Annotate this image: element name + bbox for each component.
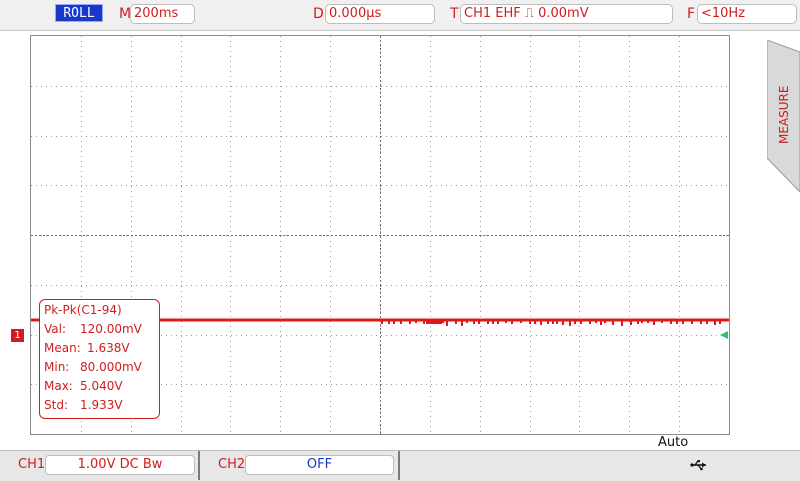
waveform-noise-tick [604,321,606,323]
waveform-noise-tick [455,321,457,324]
waveform-noise-tick [478,321,480,324]
measurement-row: Mean: 1.638V [44,339,130,357]
waveform-noise-tick [637,321,639,324]
ch2-settings-field[interactable]: OFF [245,455,394,475]
waveform-noise-tick [540,321,542,325]
trigger-level-arrow-icon[interactable] [720,331,728,339]
waveform-noise-tick [562,321,564,325]
waveform-noise-tick [466,321,468,323]
waveform-noise-tick [388,321,390,324]
waveform-noise-tick [461,321,463,326]
measurement-label: Std: [44,398,68,412]
acquisition-mode-badge[interactable]: ROLL [55,4,103,22]
waveform-noise-tick [423,321,425,324]
waveform-noise-tick [529,321,531,324]
usb-icon [690,460,706,471]
waveform-noise-tick [381,321,383,324]
measurement-label: Mean: [44,341,81,355]
trigger-field[interactable]: CH1 EHF ⎍ 0.00mV [460,4,673,24]
measurement-row: Min: 80.000mV [44,358,142,376]
waveform-noise-tick [600,321,602,325]
measurement-label: Min: [44,360,70,374]
waveform-noise-tick [682,321,684,324]
delay-field[interactable]: 0.000µs [325,4,435,24]
trigger-key: T [450,6,459,22]
ch1-label: CH1 [18,457,46,472]
waveform-noise-tick [547,321,549,324]
waveform-noise-tick [621,321,623,326]
delay-key: D [313,6,324,22]
waveform-noise-tick [706,321,708,324]
waveform-noise-tick [569,321,571,326]
waveform-noise-tick [442,321,444,323]
waveform-noise-tick [492,321,494,324]
waveform-noise-tick [534,321,536,324]
divider [198,451,200,480]
waveform-noise-tick [556,321,558,324]
waveform-noise-tick [497,321,499,324]
measurement-title: Pk-Pk(C1-94) [44,303,122,317]
measurement-panel: Pk-Pk(C1-94) Val: 120.00mV Mean: 1.638V … [39,299,160,419]
waveform-noise-tick [719,321,721,324]
waveform-noise-tick [487,321,489,324]
waveform-noise-tick [653,321,655,325]
waveform-noise-tick [676,321,678,324]
measurement-row: Std: 1.933V [44,396,123,414]
waveform-noise-tick [661,321,663,323]
waveform-noise-tick [700,321,702,324]
measurement-label: Max: [44,379,73,393]
measurement-value: 5.040V [80,379,123,393]
ch2-label: CH2 [218,457,246,472]
measurement-value: 80.000mV [80,360,142,374]
waveform-noise-tick [511,321,513,324]
waveform-glitch [426,319,442,324]
waveform-noise-tick [415,321,417,323]
measurement-value: 120.00mV [80,322,142,336]
waveform-noise-tick [574,321,576,324]
waveform-noise-tick [714,321,716,325]
waveform-noise-tick [409,321,411,324]
waveform-noise-tick [580,321,582,324]
top-status-bar: ROLL M 200ms D 0.000µs T CH1 EHF ⎍ 0.00m… [0,0,800,31]
waveform-noise-tick [589,321,591,324]
waveform-noise-tick [505,321,507,323]
measurement-label: Val: [44,322,67,336]
measurement-row: Val: 120.00mV [44,320,142,338]
measurement-value: 1.638V [87,341,130,355]
divider [398,451,400,480]
waveform-noise-tick [612,321,614,325]
measure-tab-label: MEASURE [777,85,791,145]
waveform-noise-tick [595,321,597,323]
channel-1-level-marker[interactable]: 1 [11,329,24,342]
waveform-noise-tick [473,321,475,324]
waveform-noise-tick [400,321,402,324]
waveform-noise-tick [446,321,448,326]
waveform-noise-tick [691,321,693,324]
waveform-noise-tick [552,321,554,324]
ch1-settings-field[interactable]: 1.00V DC Bw [45,455,195,475]
measurement-value: 1.933V [80,398,123,412]
waveform-noise-tick [393,321,395,324]
waveform-noise-tick [641,321,643,323]
timebase-field[interactable]: 200ms [130,4,195,24]
frequency-field[interactable]: <10Hz [697,4,797,24]
measurement-row: Max: 5.040V [44,377,123,395]
waveform-noise-tick [520,321,522,323]
waveform-noise-tick [630,321,632,325]
trigger-mode-label: Auto [658,435,689,450]
waveform-noise-tick [647,321,649,323]
waveform-noise-tick [670,321,672,324]
frequency-key: F [687,6,696,22]
